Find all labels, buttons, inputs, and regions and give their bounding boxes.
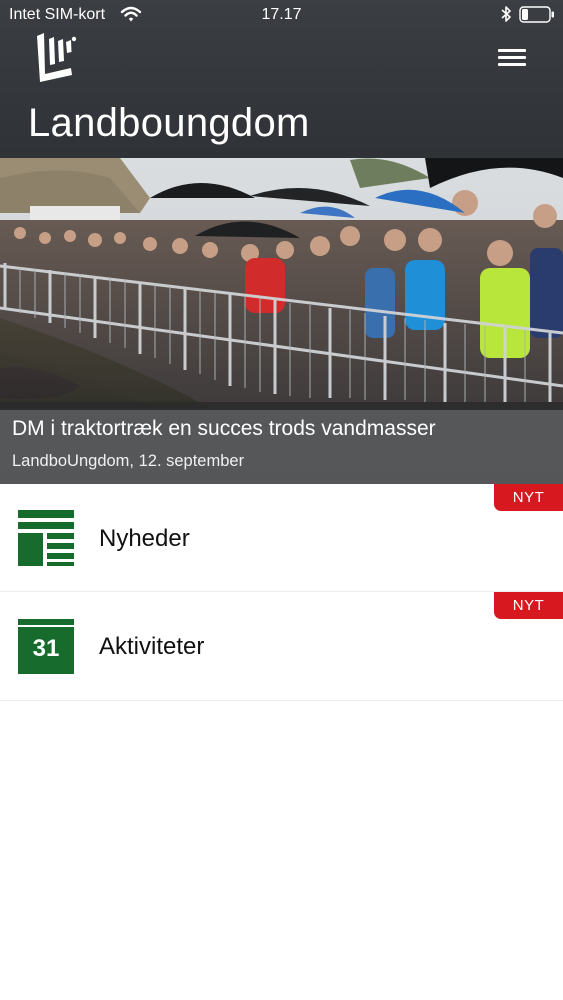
calendar-icon: 31 xyxy=(18,619,74,674)
featured-article-title: DM i traktortræk en succes trods vandmas… xyxy=(12,417,436,440)
new-badge: NYT xyxy=(494,484,563,511)
status-time: 17.17 xyxy=(261,6,302,23)
app-header: Intet SIM-kort 17.17 Landboungdom xyxy=(0,0,563,158)
menu-item-label: Nyheder xyxy=(99,525,190,552)
calendar-day: 31 xyxy=(32,635,60,662)
featured-article-caption: DM i traktortræk en succes trods vandmas… xyxy=(0,402,563,484)
app-title: Landboungdom xyxy=(28,101,310,145)
bluetooth-icon xyxy=(501,6,511,22)
featured-article-meta: LandboUngdom, 12. september xyxy=(12,452,245,470)
menu-item-label: Aktiviteter xyxy=(99,633,205,660)
landboungdom-logo-icon[interactable] xyxy=(34,30,78,84)
hamburger-menu-icon[interactable] xyxy=(495,44,529,70)
menu-item-nyheder[interactable]: Nyheder NYT xyxy=(0,484,563,592)
menu-item-aktiviteter[interactable]: 31 Aktiviteter NYT xyxy=(0,592,563,701)
battery-icon xyxy=(519,6,554,23)
featured-article[interactable]: DM i traktortræk en succes trods vandmas… xyxy=(0,158,563,484)
status-bar: Intet SIM-kort 17.17 xyxy=(0,0,563,30)
news-icon xyxy=(18,510,74,566)
new-badge: NYT xyxy=(494,592,563,619)
menu-list: Nyheder NYT 31 Aktiviteter NYT xyxy=(0,484,563,701)
